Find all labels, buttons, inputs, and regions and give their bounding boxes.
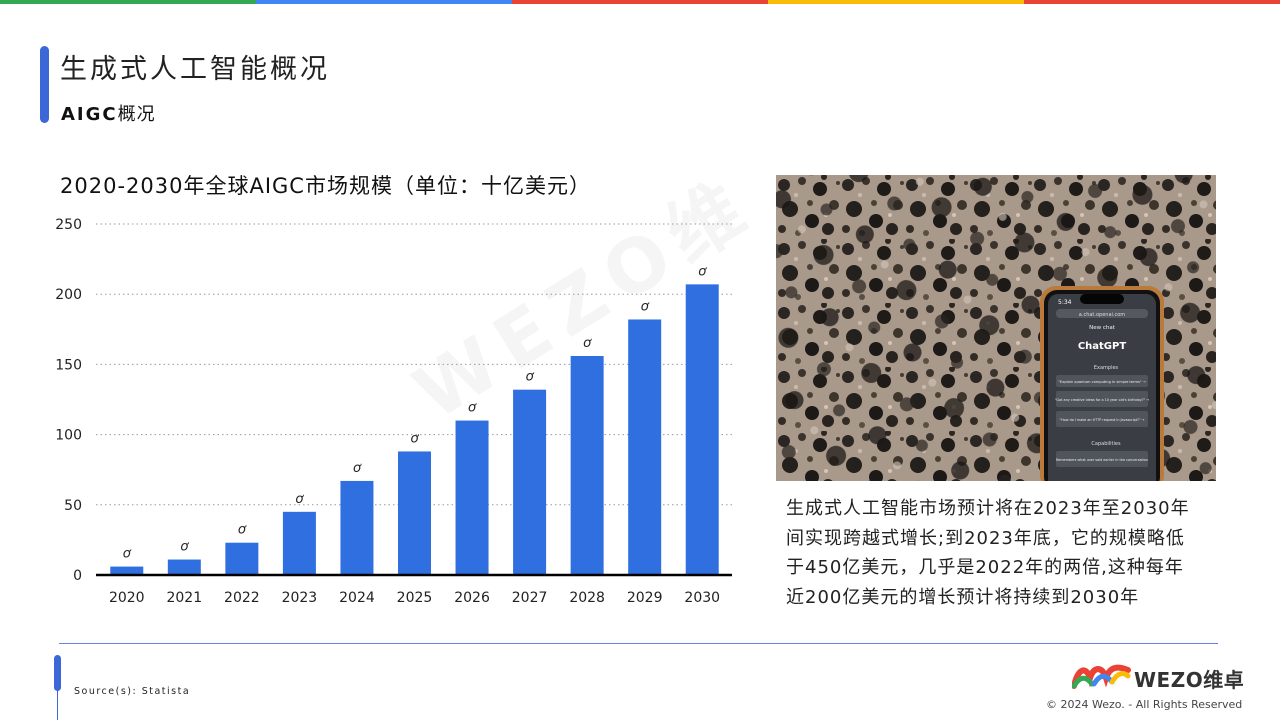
bar bbox=[455, 420, 489, 575]
phone-photo: 5:34 a.chat.openai.com New chat ChatGPT … bbox=[776, 175, 1216, 481]
phone-example-3: "How do I make an HTTP request in Javasc… bbox=[1060, 418, 1145, 422]
phone-example-2: "Got any creative ideas for a 10 year ol… bbox=[1055, 398, 1149, 402]
footer-accent-line bbox=[57, 688, 58, 720]
logo-text: WEZO维卓 bbox=[1134, 668, 1245, 692]
bar-marker: ơ bbox=[123, 547, 132, 562]
bar-marker: ơ bbox=[180, 540, 189, 555]
bar bbox=[570, 355, 604, 575]
phone-app-name: ChatGPT bbox=[1078, 341, 1127, 352]
y-tick-label: 250 bbox=[55, 217, 82, 233]
x-tick-label: 2021 bbox=[166, 590, 202, 606]
bar-marker: ơ bbox=[238, 523, 247, 538]
bar bbox=[398, 451, 431, 575]
copyright-text: © 2024 Wezo. - All Rights Reserved bbox=[1046, 698, 1243, 711]
bar bbox=[225, 542, 259, 575]
bar-chart: 0 50 100 150 200 250 ơ 2020 ơ 2021 ơ 2022 ơ 2023 ơ 2024… bbox=[55, 217, 732, 606]
x-tick-label: 2026 bbox=[454, 590, 490, 606]
bar bbox=[628, 319, 662, 575]
bar-marker: ơ bbox=[583, 336, 592, 351]
caption-line: 于450亿美元，几乎是2022年的两倍,这种每年 bbox=[786, 557, 1184, 578]
bar-marker: ơ bbox=[526, 370, 535, 385]
x-tick-label: 2024 bbox=[339, 590, 375, 606]
y-tick-label: 0 bbox=[73, 568, 82, 584]
bar-marker: ơ bbox=[698, 264, 707, 279]
bar-marker: ơ bbox=[353, 461, 362, 476]
bar bbox=[110, 566, 144, 575]
bar-marker: ơ bbox=[411, 431, 420, 446]
bar bbox=[685, 284, 719, 575]
caption-line: 近200亿美元的增长预计将持续到2030年 bbox=[786, 586, 1140, 608]
phone-capabilities-label: Capabilities bbox=[1091, 441, 1121, 447]
footer-divider bbox=[59, 643, 1218, 644]
caption-text: 生成式人工智能市场预计将在2023年至2030年 间实现跨越式增长;到2023年… bbox=[786, 494, 1236, 612]
y-tick-label: 150 bbox=[55, 357, 82, 373]
x-tick-label: 2020 bbox=[109, 590, 145, 606]
top-bar-segment bbox=[1024, 0, 1280, 4]
bar-marker: ơ bbox=[468, 401, 477, 416]
x-tick-label: 2029 bbox=[627, 590, 663, 606]
footer-accent-bar bbox=[54, 655, 61, 691]
bar bbox=[282, 511, 316, 575]
x-tick-label: 2028 bbox=[569, 590, 605, 606]
x-tick-label: 2023 bbox=[282, 590, 318, 606]
phone-capability: Remembers what user said earlier in the … bbox=[1056, 458, 1148, 462]
caption-line: 生成式人工智能市场预计将在2023年至2030年 bbox=[786, 498, 1190, 519]
bar bbox=[513, 389, 547, 575]
bar bbox=[167, 559, 201, 575]
phone-url: a.chat.openai.com bbox=[1079, 312, 1126, 318]
phone-example-1: "Explain quantum computing in simple ter… bbox=[1058, 380, 1145, 384]
bar bbox=[340, 480, 374, 575]
bar-marker: ơ bbox=[295, 492, 304, 507]
x-tick-label: 2030 bbox=[684, 590, 720, 606]
photo-image: 5:34 a.chat.openai.com New chat ChatGPT … bbox=[776, 175, 1216, 481]
x-tick-label: 2022 bbox=[224, 590, 260, 606]
top-bar-segment bbox=[768, 0, 1024, 4]
x-tick-label: 2025 bbox=[397, 590, 433, 606]
source-text: Source(s): Statista bbox=[74, 686, 191, 697]
caption-line: 间实现跨越式增长;到2023年底，它的规模略低 bbox=[786, 527, 1185, 549]
phone-new-chat: New chat bbox=[1089, 325, 1116, 331]
bar-marker: ơ bbox=[641, 299, 650, 314]
phone-time: 5:34 bbox=[1058, 299, 1072, 306]
phone-examples-label: Examples bbox=[1094, 365, 1119, 371]
x-tick-label: 2027 bbox=[512, 590, 548, 606]
y-tick-label: 50 bbox=[64, 498, 82, 514]
y-tick-label: 200 bbox=[55, 287, 82, 303]
y-tick-label: 100 bbox=[55, 428, 82, 444]
